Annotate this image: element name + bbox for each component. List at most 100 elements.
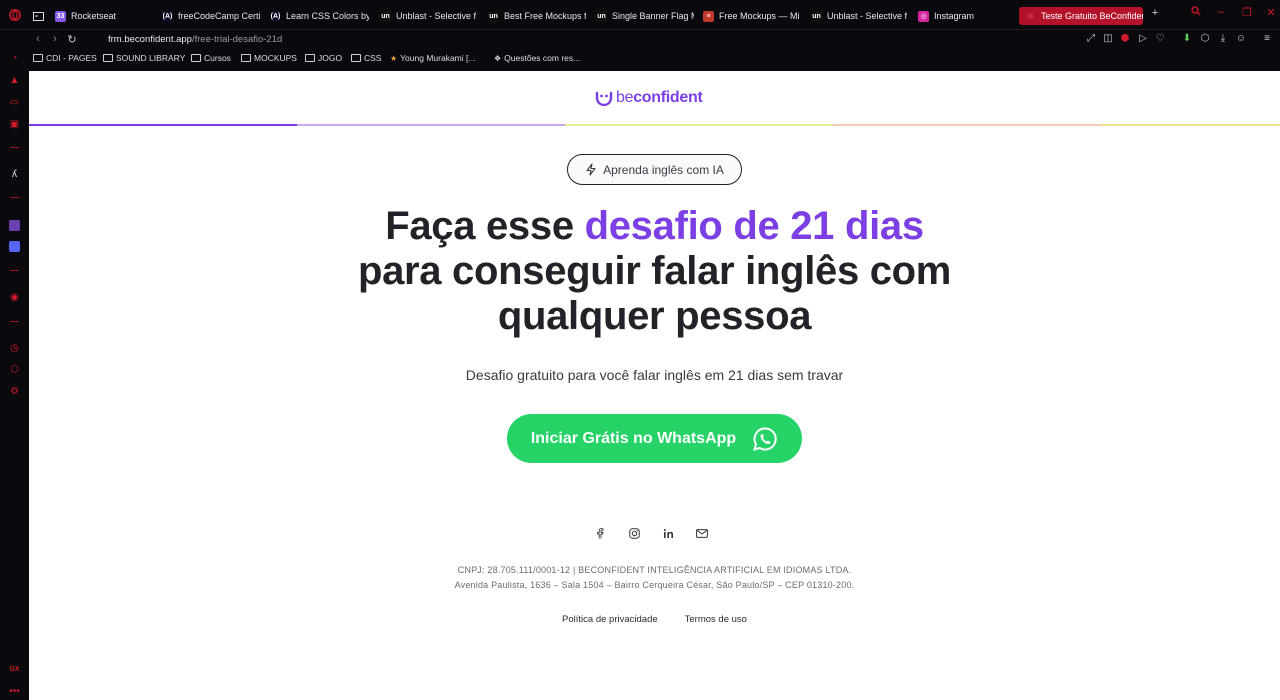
tab-label: Unblast - Selective f bbox=[827, 11, 908, 21]
snapshot-icon[interactable]: ⤢ bbox=[1085, 33, 1097, 45]
bookmark-favicon-icon: ❖ bbox=[494, 53, 502, 63]
sidebar-settings-icon[interactable]: ⚙ bbox=[8, 385, 21, 398]
tab[interactable]: un Best Free Mockups f bbox=[488, 7, 586, 25]
tab[interactable]: un Unblast - Selective f bbox=[380, 7, 480, 25]
tab[interactable]: 33 Rocketseat bbox=[55, 7, 151, 25]
minimize-icon[interactable]: – bbox=[1214, 6, 1228, 18]
logo-text: beconfident bbox=[616, 89, 703, 107]
facebook-icon[interactable] bbox=[594, 527, 606, 539]
sidebar-history-icon[interactable]: ◷ bbox=[8, 342, 21, 355]
url-path: /free-trial-desafio-21d bbox=[191, 34, 283, 45]
folder-icon bbox=[351, 54, 361, 62]
bookmark-label: JOGO bbox=[318, 53, 343, 63]
download-icon[interactable]: ⤓ bbox=[1217, 33, 1229, 45]
footer-links: Política de privacidade Termos de uso bbox=[329, 614, 980, 625]
close-icon[interactable]: ✕ bbox=[1264, 6, 1278, 19]
bookmark-link[interactable]: ❖ Questões com res... bbox=[494, 53, 580, 63]
start-whatsapp-button[interactable]: Iniciar Grátis no WhatsApp bbox=[507, 414, 802, 463]
tab[interactable]: (A) freeCodeCamp Certi bbox=[162, 7, 261, 25]
url-field[interactable]: frm.beconfident.app/free-trial-desafio-2… bbox=[108, 34, 282, 45]
bookmark-link[interactable]: ★ Young Murakami [... bbox=[390, 53, 475, 63]
new-tab-plus-icon[interactable]: + bbox=[1148, 7, 1162, 19]
progress-segment bbox=[565, 124, 833, 126]
tab[interactable]: un Single Banner Flag M bbox=[596, 7, 694, 25]
search-icon[interactable] bbox=[1189, 6, 1203, 19]
bookmark-label: SOUND LIBRARY bbox=[116, 53, 186, 63]
tab-active[interactable]: ☺ Teste Gratuito BeConfiden bbox=[1019, 7, 1143, 25]
sidebar-player-icon[interactable]: ◉ bbox=[8, 291, 21, 304]
bookmark-folder[interactable]: Cursos bbox=[191, 53, 231, 63]
logo-text-suffix: confident bbox=[633, 89, 703, 106]
bookmark-folder[interactable]: MOCKUPS bbox=[241, 53, 297, 63]
terms-of-use-link[interactable]: Termos de uso bbox=[685, 614, 747, 625]
sidebar-twitch-app-icon[interactable] bbox=[8, 219, 21, 232]
tab-favicon-icon: un bbox=[380, 10, 391, 22]
company-legal-info: CNPJ: 28.705.111/0001-12 | BECONFIDENT I… bbox=[329, 563, 980, 593]
sidebar-divider bbox=[10, 270, 19, 271]
tab-favicon-icon: un bbox=[488, 10, 499, 22]
email-icon[interactable] bbox=[696, 527, 708, 539]
bookmark-folder[interactable]: JOGO bbox=[305, 53, 342, 63]
bookmark-label: MOCKUPS bbox=[254, 53, 297, 63]
sidebar-divider bbox=[10, 197, 19, 198]
tab[interactable]: un Unblast - Selective f bbox=[811, 7, 909, 25]
cta-label: Iniciar Grátis no WhatsApp bbox=[530, 429, 737, 447]
sidebar-extensions-icon[interactable]: ⬡ bbox=[8, 363, 21, 376]
folder-icon bbox=[103, 54, 113, 62]
sidebar-twitch-icon[interactable]: ▭ bbox=[8, 96, 21, 109]
shield-icon[interactable]: ⬢ bbox=[1119, 33, 1131, 45]
progress-segment bbox=[297, 124, 565, 126]
sidebar-divider bbox=[10, 147, 19, 148]
forward-icon[interactable]: › bbox=[49, 33, 61, 45]
social-links bbox=[594, 527, 708, 539]
tab-label: Best Free Mockups f bbox=[504, 11, 586, 21]
instagram-icon[interactable] bbox=[628, 527, 640, 539]
beconfident-logo-icon bbox=[595, 91, 613, 106]
linkedin-icon[interactable] bbox=[662, 527, 674, 539]
menu-icon[interactable]: ≡ bbox=[1261, 33, 1273, 45]
sidebar-speed-dial-icon[interactable]: ◔ bbox=[8, 52, 21, 65]
sidebar-messenger-icon[interactable]: ▣ bbox=[8, 118, 21, 131]
sidebar-gx-icon[interactable]: GX bbox=[8, 663, 21, 676]
heart-icon[interactable]: ♡ bbox=[1154, 33, 1166, 45]
privacy-policy-link[interactable]: Política de privacidade bbox=[562, 614, 658, 625]
bookmark-folder[interactable]: CDI - PAGES bbox=[33, 53, 97, 63]
sidebar-app-icon[interactable]: ʎ bbox=[8, 168, 21, 181]
opera-sidebar: ◔ ▲ ▭ ▣ ʎ ◉ ◷ ⬡ ⚙ GX ••• bbox=[0, 30, 29, 700]
sidebar-more-icon[interactable]: ••• bbox=[8, 685, 21, 698]
cube-icon[interactable]: ⬡ bbox=[1199, 33, 1211, 45]
tab[interactable]: (A) Learn CSS Colors by bbox=[270, 7, 369, 25]
profile-icon[interactable]: ☺ bbox=[1235, 33, 1247, 45]
step-progress-bar bbox=[29, 124, 1280, 127]
page-viewport: beconfident Aprenda inglês com IA Faça e… bbox=[29, 71, 1280, 700]
browser-window: 33 Rocketseat (A) freeCodeCamp Certi (A) Lear… bbox=[0, 0, 1280, 700]
beconfident-logo[interactable]: beconfident bbox=[595, 89, 703, 107]
sidebar-discord-icon[interactable] bbox=[8, 240, 21, 253]
camera-icon[interactable]: ◫ bbox=[1102, 33, 1114, 45]
tab[interactable]: ◎ Instagram bbox=[918, 7, 988, 25]
badge-label: Aprenda inglês com IA bbox=[603, 162, 724, 177]
bookmark-folder[interactable]: SOUND LIBRARY bbox=[103, 53, 185, 63]
headline-highlight: desafio de 21 dias bbox=[584, 204, 925, 248]
tab-label: Free Mockups — Mi bbox=[719, 11, 800, 21]
sidebar-ai-icon[interactable]: ▲ bbox=[8, 74, 21, 87]
opera-logo-icon[interactable] bbox=[8, 8, 21, 21]
bookmark-label: CSS bbox=[364, 53, 382, 63]
folder-icon bbox=[305, 54, 315, 62]
tab-islands-icon[interactable] bbox=[33, 7, 44, 25]
reload-icon[interactable]: ↻ bbox=[66, 33, 78, 46]
tab-favicon-icon: (A) bbox=[162, 10, 173, 22]
tab-label: Instagram bbox=[934, 11, 975, 21]
progress-segment bbox=[1101, 124, 1280, 126]
tab-label: Unblast - Selective f bbox=[396, 11, 477, 21]
tab-favicon-icon: un bbox=[811, 10, 822, 22]
maximize-icon[interactable]: ❐ bbox=[1240, 6, 1254, 19]
download-green-icon[interactable]: ⬇ bbox=[1181, 33, 1193, 45]
bookmark-folder[interactable]: CSS bbox=[351, 53, 381, 63]
whatsapp-icon bbox=[753, 426, 777, 451]
send-icon[interactable]: ▷ bbox=[1137, 33, 1149, 45]
bookmark-favicon-icon: ★ bbox=[390, 53, 398, 63]
back-icon[interactable]: ‹ bbox=[32, 33, 44, 45]
tab[interactable]: ≡ Free Mockups — Mi bbox=[703, 7, 801, 25]
tab-bar: 33 Rocketseat (A) freeCodeCamp Certi (A) Lear… bbox=[0, 0, 1280, 30]
